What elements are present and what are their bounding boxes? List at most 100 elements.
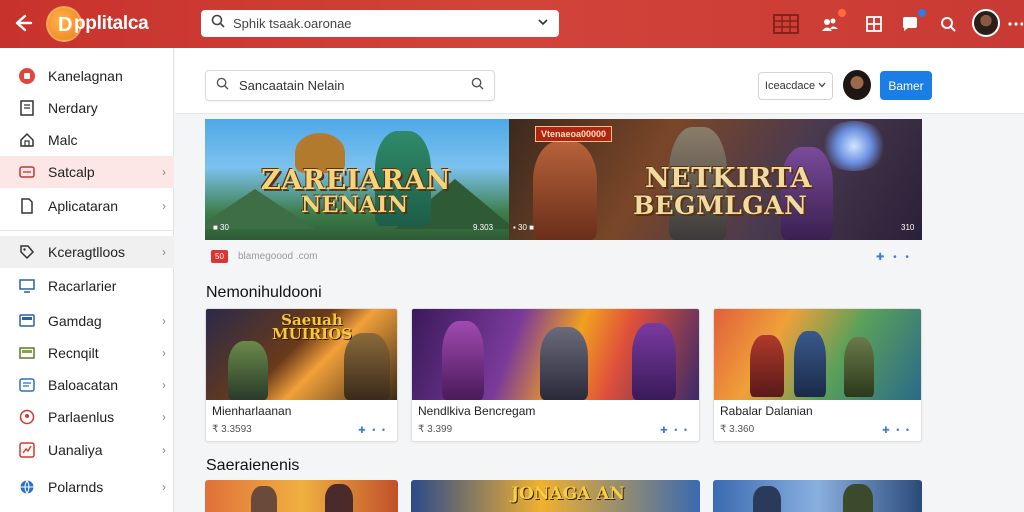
chevron-right-icon: › xyxy=(162,165,166,179)
hero-figure xyxy=(344,333,390,400)
card-name: Rabalar Dalanian xyxy=(720,404,813,418)
hero-figure xyxy=(632,323,676,400)
card-actions[interactable]: ✚ • • xyxy=(882,425,911,436)
sidebar-item-satcalp[interactable]: Satcalp › xyxy=(0,156,174,188)
banner-left-price: 9.303 xyxy=(473,223,494,232)
chevron-right-icon: › xyxy=(162,378,166,392)
primary-button[interactable]: Bamer xyxy=(880,71,932,100)
hero-figure xyxy=(540,327,588,400)
game-card[interactable]: Saeuah MUIRIOS Mienharlaanan ₹ 3.3593 ✚ … xyxy=(205,308,398,442)
back-arrow-icon[interactable] xyxy=(10,12,34,36)
chevron-right-icon: › xyxy=(162,480,166,494)
sidebar-item-label: Satcalp xyxy=(48,164,95,180)
more-icon[interactable] xyxy=(1006,12,1024,36)
chevron-right-icon: › xyxy=(162,410,166,424)
game-card-thumbnail[interactable]: JONAGA AN xyxy=(411,480,700,512)
notification-badge xyxy=(838,9,846,17)
hero-figure xyxy=(251,486,277,512)
sidebar-item-baloacatan[interactable]: Baloacatan › xyxy=(0,369,174,401)
sidebar-item-label: Uanaliya xyxy=(48,442,103,458)
sidebar-item-malc[interactable]: Malc xyxy=(0,124,174,156)
banner-right-meta: ▪ 30 ■ xyxy=(513,223,535,232)
featured-banner[interactable]: ZAREIARAN NENAIN ■ 30 9.303 Vtenaeoa0000… xyxy=(205,119,922,240)
banner-right-artwork[interactable]: Vtenaeoa00000 NETKIRTA BEGMLGAN ▪ 30 ■ 3… xyxy=(509,119,922,240)
game-card[interactable]: Rabalar Dalanian ₹ 3.360 ✚ • • xyxy=(713,308,922,442)
sidebar-item-label: Nerdary xyxy=(48,100,98,116)
card-thumbnail[interactable] xyxy=(714,309,921,400)
sidebar-item-gamdag[interactable]: Gamdag › xyxy=(0,305,174,337)
sidebar-item-racarlarier[interactable]: Racarlarier xyxy=(0,270,174,302)
banner-right-title: NETKIRTA xyxy=(645,163,812,194)
source-text[interactable]: blamegoood .com xyxy=(238,251,318,262)
sidebar-item-uanaliya[interactable]: Uanaliya › xyxy=(0,434,174,466)
section-title: Nemonihuldooni xyxy=(206,284,322,301)
hero-figure xyxy=(325,484,353,512)
chat-badge xyxy=(918,9,926,17)
sidebar-item-label: Aplicataran xyxy=(48,198,119,214)
sidebar-item-recnqilt[interactable]: Recnqilt › xyxy=(0,337,174,369)
game-card[interactable]: Nendlkiva Bencregam ₹ 3.399 ✚ • • xyxy=(411,308,700,442)
search-submit-icon[interactable] xyxy=(471,77,484,95)
sidebar-item-label: Recnqilt xyxy=(48,345,99,361)
sidebar-item-nerdary[interactable]: Nerdary xyxy=(0,92,174,124)
game-card-thumbnail[interactable] xyxy=(205,480,398,512)
sidebar-item-label: Racarlarier xyxy=(48,278,117,294)
search-icon[interactable] xyxy=(936,12,960,36)
chevron-right-icon: › xyxy=(162,245,166,259)
chevron-right-icon: › xyxy=(162,314,166,328)
hero-figure xyxy=(753,486,781,512)
share-actions[interactable]: ✚ • • xyxy=(876,252,912,263)
sidebar-item-label: Kceragtlloos xyxy=(48,244,126,260)
chevron-down-icon[interactable] xyxy=(537,15,549,33)
banner-right-tag: Vtenaeoa00000 xyxy=(535,126,613,142)
sidebar-item-label: Polarnds xyxy=(48,479,104,495)
banner-right-price: 310 xyxy=(901,223,915,232)
app-title: pplitalca xyxy=(74,13,149,34)
profile-avatar[interactable] xyxy=(843,70,871,100)
screen-icon xyxy=(18,312,36,330)
globe-icon xyxy=(18,478,36,496)
top-bar: D pplitalca Sphik tsaak.oaronae xyxy=(0,0,1024,48)
game-card-thumbnail[interactable] xyxy=(713,480,922,512)
tag-icon xyxy=(18,243,36,261)
apps-icon[interactable] xyxy=(862,12,886,36)
user-avatar[interactable] xyxy=(972,9,1000,37)
card-icon xyxy=(18,163,36,181)
sidebar-item-kanelagnan[interactable]: Kanelagnan xyxy=(0,60,174,92)
banner-source-row: 50 blamegoood .com xyxy=(211,250,318,263)
sort-select-label: Iceacdace xyxy=(764,80,816,92)
card-actions[interactable]: ✚ • • xyxy=(660,425,689,436)
page-icon xyxy=(18,99,36,117)
sidebar: Kanelagnan Nerdary Malc Satcalp › Aplica… xyxy=(0,48,174,512)
hero-figure xyxy=(442,321,484,400)
banner-left-artwork[interactable]: ZAREIARAN NENAIN ■ 30 9.303 xyxy=(205,119,515,240)
top-search-input[interactable]: Sphik tsaak.oaronae xyxy=(201,10,559,37)
card-price: ₹ 3.360 xyxy=(720,424,755,435)
card-price: ₹ 3.399 xyxy=(418,424,453,435)
card-actions[interactable]: ✚ • • xyxy=(358,425,387,436)
grid-table-icon[interactable] xyxy=(772,12,800,36)
monitor-icon xyxy=(18,277,36,295)
sidebar-item-parlaenlus[interactable]: Parlaenlus › xyxy=(0,401,174,433)
card-thumbnail[interactable]: Saeuah MUIRIOS xyxy=(206,309,397,400)
sort-select[interactable]: Iceacdace xyxy=(758,72,833,100)
content-search-input[interactable]: Sancaatain Nelain xyxy=(205,70,495,101)
warrior-figure xyxy=(533,141,597,240)
banner-left-subtitle: NENAIN xyxy=(301,192,409,218)
chart-icon xyxy=(18,441,36,459)
home-icon xyxy=(18,131,36,149)
sidebar-item-polarnds[interactable]: Polarnds › xyxy=(0,471,174,503)
sidebar-item-kceragtlloos[interactable]: Kceragtlloos › xyxy=(0,236,174,268)
sidebar-item-aplicataran[interactable]: Aplicataran › xyxy=(0,190,174,222)
chevron-right-icon: › xyxy=(162,199,166,213)
sidebar-item-label: Parlaenlus xyxy=(48,409,115,425)
box-icon xyxy=(18,344,36,362)
hero-figure xyxy=(844,337,874,397)
card-thumbnail[interactable] xyxy=(412,309,699,400)
hero-figure xyxy=(843,484,873,512)
people-icon[interactable] xyxy=(818,9,846,36)
book-icon xyxy=(18,376,36,394)
card-name: Nendlkiva Bencregam xyxy=(418,404,536,418)
banner-left-meta: ■ 30 xyxy=(213,223,229,232)
chat-icon[interactable] xyxy=(898,9,926,36)
